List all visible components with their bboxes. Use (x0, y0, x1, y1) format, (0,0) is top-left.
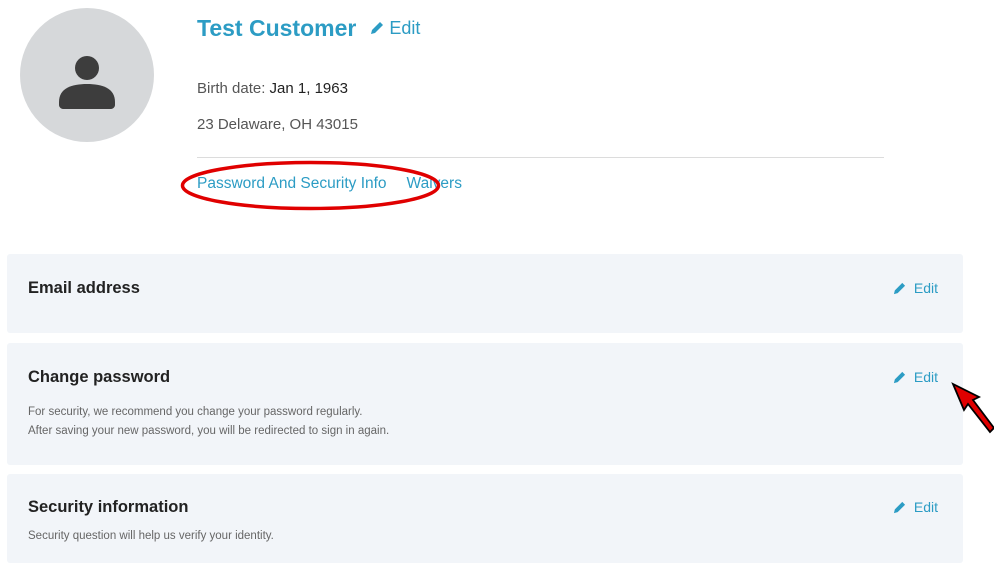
password-description: For security, we recommend you change yo… (28, 403, 389, 441)
security-panel: Security information Edit Security quest… (7, 474, 963, 563)
password-desc-line-1: For security, we recommend you change yo… (28, 406, 363, 418)
pencil-icon (371, 22, 384, 34)
email-panel: Email address Edit (7, 254, 963, 333)
email-edit-button[interactable]: Edit (893, 280, 938, 296)
email-title: Email address (28, 279, 140, 297)
birth-date: Birth date: Jan 1, 1963 (197, 80, 348, 97)
password-edit-label: Edit (913, 369, 938, 385)
pencil-icon (893, 501, 905, 513)
security-edit-button[interactable]: Edit (893, 499, 938, 515)
avatar (20, 8, 154, 142)
edit-name-label: Edit (389, 17, 421, 38)
edit-name-button[interactable]: Edit (370, 18, 420, 39)
birth-date-label: Birth date: (197, 80, 270, 97)
email-edit-label: Edit (913, 280, 938, 296)
pencil-icon (893, 371, 905, 383)
password-desc-line-2: After saving your new password, you will… (28, 425, 390, 437)
password-title: Change password (28, 368, 171, 386)
security-description: Security question will help us verify yo… (28, 530, 274, 542)
profile-header: Test Customer Edit (197, 13, 420, 43)
security-edit-label: Edit (913, 499, 938, 515)
password-edit-button[interactable]: Edit (893, 369, 938, 385)
divider (197, 157, 884, 158)
pencil-icon (893, 282, 905, 294)
birth-date-value: Jan 1, 1963 (269, 80, 348, 97)
security-title: Security information (28, 498, 189, 516)
user-avatar-icon (59, 56, 115, 109)
annotation-oval (180, 160, 441, 211)
password-panel: Change password Edit For security, we re… (7, 343, 963, 465)
customer-name: Test Customer (197, 14, 357, 41)
annotation-arrow (951, 382, 994, 434)
address: 23 Delaware, OH 43015 (197, 116, 358, 133)
